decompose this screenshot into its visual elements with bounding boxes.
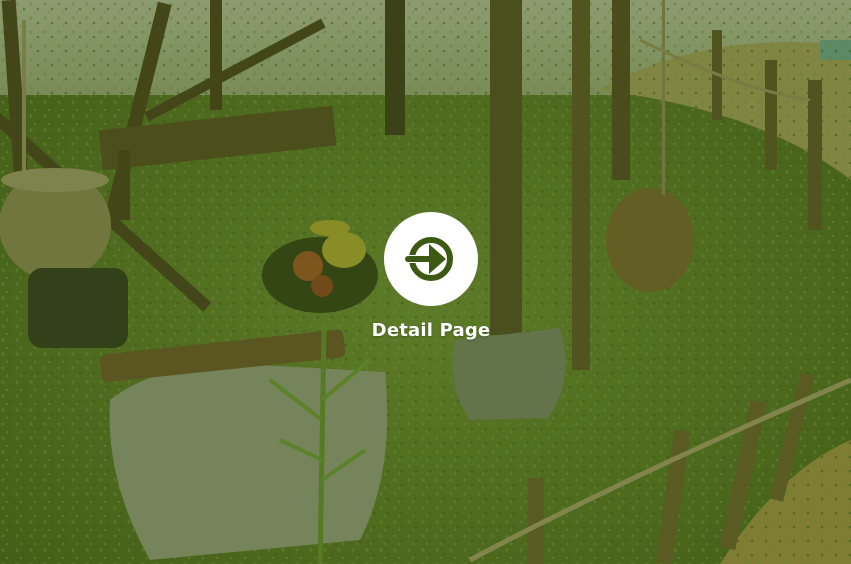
- detail-page-label: Detail Page: [371, 320, 491, 341]
- detail-page-link[interactable]: Detail Page: [367, 212, 495, 348]
- gallery-tile[interactable]: Detail Page: [0, 0, 851, 564]
- arrow-right-icon: [405, 237, 453, 281]
- arrow-button[interactable]: [384, 212, 478, 306]
